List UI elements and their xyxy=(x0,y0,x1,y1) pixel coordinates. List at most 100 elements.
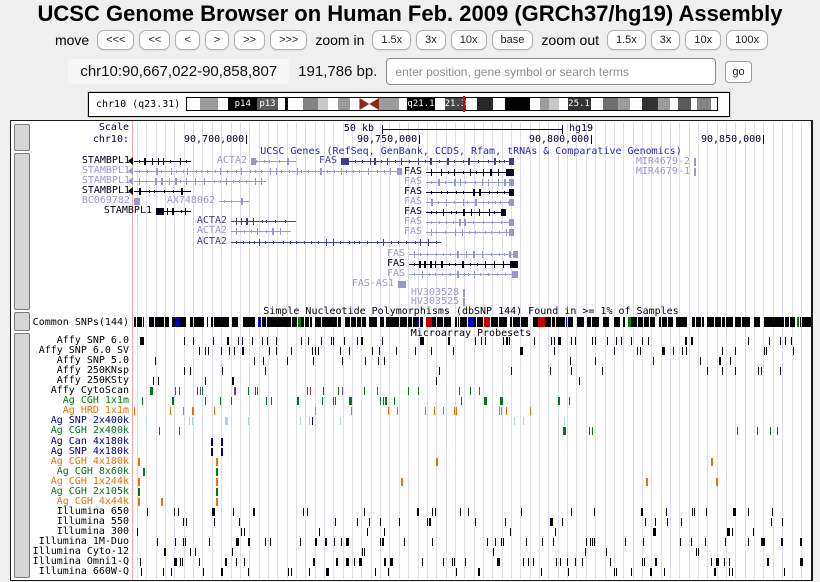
probe-tick xyxy=(642,558,643,566)
gene-exon xyxy=(431,169,432,176)
probe-tick xyxy=(298,397,299,405)
probe-tick xyxy=(382,538,385,546)
probe-tick xyxy=(560,558,561,566)
gene-end-box xyxy=(506,169,514,176)
gene-line xyxy=(426,232,514,233)
zoom-in-button-0[interactable]: 1.5x xyxy=(372,30,411,50)
zoom-in-button-2[interactable]: 10x xyxy=(451,30,487,50)
gene-direction-arrow xyxy=(128,167,133,175)
probe-tick xyxy=(680,538,681,546)
zoom-out-button-3[interactable]: 100x xyxy=(726,30,768,50)
gene-arrow xyxy=(176,170,177,173)
gene-arrow xyxy=(207,170,208,173)
probe-tick xyxy=(653,528,656,536)
snp-segment xyxy=(338,317,341,327)
probe-tick xyxy=(499,407,500,415)
gene-arrow xyxy=(173,190,174,193)
probe-tick xyxy=(443,558,444,566)
snp-segment xyxy=(165,317,170,327)
gene-arrow xyxy=(470,263,471,266)
probe-tick xyxy=(202,417,203,425)
gridline xyxy=(296,123,297,579)
probe-tick xyxy=(394,397,395,405)
gridline xyxy=(567,123,568,579)
snp-segment xyxy=(315,317,321,327)
probe-tick xyxy=(758,367,759,375)
probe-tick xyxy=(234,347,235,355)
move-button-4[interactable]: >> xyxy=(234,30,265,50)
go-button[interactable]: go xyxy=(725,61,751,83)
probe-tick xyxy=(142,397,143,405)
genome-browser-image[interactable]: Scale50 kbhg19chr10:90,700,00090,750,000… xyxy=(10,120,813,581)
gene-exon xyxy=(259,239,260,246)
move-button-5[interactable]: >>> xyxy=(270,30,307,50)
probe-tick xyxy=(582,558,583,566)
zoom-out-button-0[interactable]: 1.5x xyxy=(607,30,646,50)
zoom-in-button-3[interactable]: base xyxy=(492,30,534,50)
gene-exon xyxy=(297,168,298,175)
probe-tick xyxy=(772,508,773,516)
gene-exon xyxy=(401,158,402,165)
gene-exon xyxy=(431,229,432,236)
chromosome-ideogram[interactable]: chr10 (q23.31) p14p13q21.121.325.1 xyxy=(88,92,730,117)
gene-arrow xyxy=(447,191,448,194)
gene-exon xyxy=(276,168,277,175)
probe-tick xyxy=(503,337,504,345)
probe-tick xyxy=(641,508,644,516)
probe-tick xyxy=(449,337,450,345)
snp-segment xyxy=(491,317,498,327)
gene-exon xyxy=(424,261,426,268)
probe-tick xyxy=(523,558,524,566)
probe-tick xyxy=(705,538,706,546)
probe-tick xyxy=(338,387,339,395)
snp-segment xyxy=(214,317,221,327)
gene-exon xyxy=(241,168,242,175)
track-config-button-1[interactable] xyxy=(14,153,30,310)
track-config-button-3[interactable] xyxy=(14,333,30,578)
probe-tick xyxy=(379,347,380,355)
gene-arrow xyxy=(183,170,184,173)
snp-segment xyxy=(631,317,637,327)
gene-exon xyxy=(466,251,467,258)
zoom-out-button-2[interactable]: 10x xyxy=(685,30,721,50)
gene-arrow xyxy=(420,253,421,256)
probe-tick xyxy=(341,538,342,546)
probe-tick xyxy=(644,558,645,566)
chromosome-band xyxy=(318,98,328,110)
move-button-1[interactable]: << xyxy=(139,30,170,50)
zoom-out-button-1[interactable]: 3x xyxy=(651,30,681,50)
gene-exon xyxy=(464,219,466,226)
probe-tick xyxy=(140,558,141,566)
snp-segment xyxy=(432,317,436,327)
gene-arrow xyxy=(251,230,252,233)
ideogram-bar[interactable]: p14p13q21.121.325.1 xyxy=(186,97,718,111)
probe-tick xyxy=(735,367,736,375)
coordinate-label: 90,700,000 xyxy=(184,135,244,145)
snp-segment xyxy=(521,317,526,327)
gene-tick xyxy=(694,158,696,166)
probe-tick xyxy=(503,538,504,546)
chromosome-band xyxy=(530,98,540,110)
snp-segment xyxy=(773,317,779,327)
move-button-2[interactable]: < xyxy=(175,30,199,50)
probe-tick xyxy=(179,427,180,435)
probe-tick xyxy=(501,407,502,415)
snp-segment xyxy=(351,317,356,327)
snp-segment xyxy=(248,317,254,327)
probe-tick xyxy=(606,548,607,556)
snp-segment xyxy=(207,317,209,327)
search-input[interactable] xyxy=(386,58,716,85)
probe-tick xyxy=(431,347,432,355)
track-config-button-2[interactable] xyxy=(14,312,30,331)
gene-end-box xyxy=(509,219,514,226)
probe-tick xyxy=(793,347,794,355)
move-button-0[interactable]: <<< xyxy=(97,30,134,50)
move-button-3[interactable]: > xyxy=(205,30,229,50)
zoom-in-button-1[interactable]: 3x xyxy=(416,30,446,50)
probe-tick xyxy=(357,337,358,345)
probe-tick xyxy=(769,337,770,345)
track-config-button-0[interactable] xyxy=(14,124,30,151)
snp-segment xyxy=(221,317,228,327)
probe-tick xyxy=(785,337,786,345)
probe-tick xyxy=(195,548,196,556)
